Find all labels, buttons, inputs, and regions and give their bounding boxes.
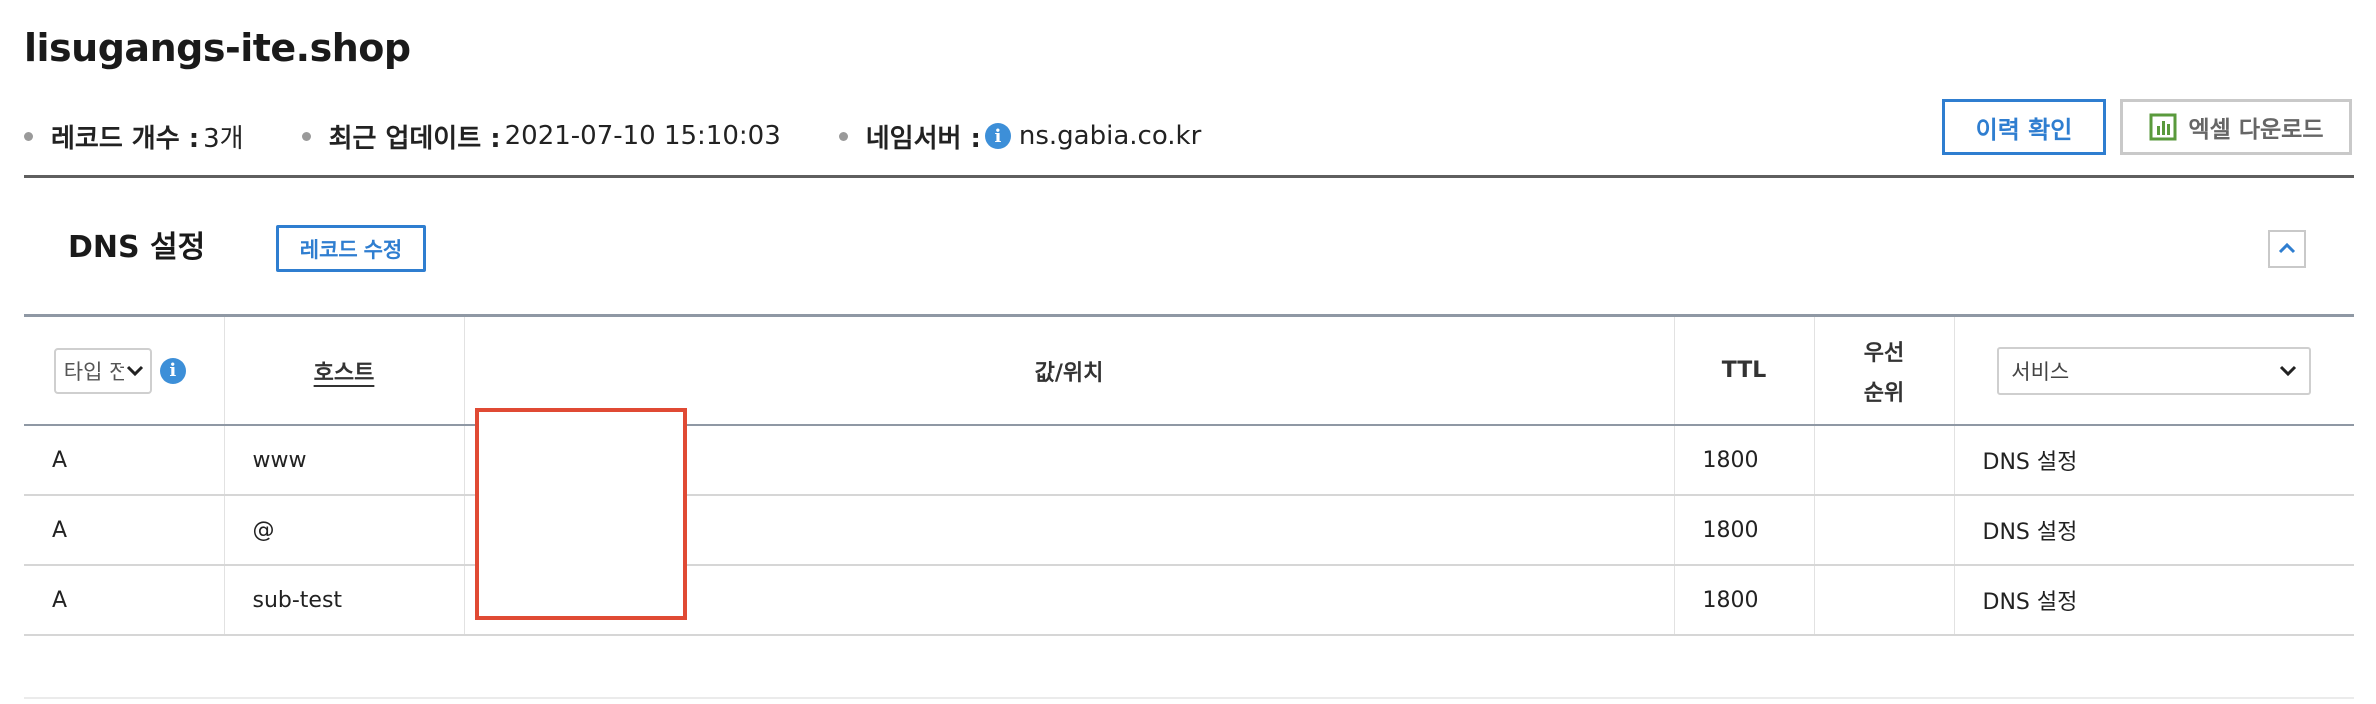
chevron-up-icon [2278, 242, 2296, 257]
record-type: A [24, 565, 224, 636]
chevron-down-icon [2280, 365, 2297, 376]
record-count: 레코드 개수 : 3개 [24, 118, 244, 155]
priority-column-header: 우선 순위 [1813, 317, 1954, 426]
bullet-icon [301, 131, 311, 141]
history-button[interactable]: 이력 확인 [1942, 99, 2106, 155]
record-count-value: 3개 [203, 123, 244, 154]
bullet-icon [838, 131, 848, 141]
record-ttl: 1800 [1673, 495, 1814, 566]
last-updated-label: 최근 업데이트 : [328, 123, 501, 154]
redaction-box [475, 408, 687, 620]
last-updated: 최근 업데이트 : 2021-07-10 15:10:03 [301, 118, 781, 155]
ttl-column-header: TTL [1673, 317, 1814, 426]
domain-title: lisugangs-ite.shop [24, 26, 411, 70]
service-filter-value: 서비스 [2011, 359, 2070, 384]
type-filter-value: 타입 전체 [63, 359, 124, 384]
type-column-header: 타입 전체 i [24, 317, 224, 426]
last-updated-value: 2021-07-10 15:10:03 [504, 121, 781, 151]
record-type: A [24, 495, 224, 566]
domain-meta: 레코드 개수 : 3개 최근 업데이트 : 2021-07-10 15:10:0… [24, 112, 1259, 160]
spreadsheet-icon [2149, 113, 2177, 141]
record-service: DNS 설정 [1953, 425, 2354, 496]
header-divider [24, 175, 2354, 178]
info-icon[interactable]: i [984, 123, 1011, 149]
edit-records-button[interactable]: 레코드 수정 [276, 225, 426, 272]
nameserver-value: ns.gabia.co.kr [1018, 121, 1202, 151]
record-priority [1813, 565, 1954, 636]
section-bottom-divider [24, 697, 2354, 699]
info-icon[interactable]: i [159, 357, 186, 384]
table-row: A @ 1800 DNS 설정 [24, 495, 2354, 566]
record-priority [1813, 425, 1954, 496]
excel-download-button[interactable]: 엑셀 다운로드 [2120, 99, 2352, 155]
table-header-row: 타입 전체 i 호스트 값/위치 TTL 우선 순위 서비스 [24, 317, 2354, 426]
collapse-button[interactable] [2268, 230, 2306, 268]
record-ttl: 1800 [1673, 425, 1814, 496]
table-row: A www 1800 DNS 설정 [24, 425, 2354, 496]
chevron-down-icon [126, 365, 143, 376]
dns-records-table: 타입 전체 i 호스트 값/위치 TTL 우선 순위 서비스 [24, 317, 2354, 636]
record-service: DNS 설정 [1953, 495, 2354, 566]
nameserver-label: 네임서버 : [865, 123, 981, 154]
nameserver: 네임서버 : i ns.gabia.co.kr [838, 118, 1202, 155]
excel-download-label: 엑셀 다운로드 [2188, 117, 2324, 143]
type-filter-select[interactable]: 타입 전체 [53, 347, 152, 394]
service-column-header: 서비스 [1953, 317, 2354, 426]
record-priority [1813, 495, 1954, 566]
record-count-label: 레코드 개수 : [51, 123, 200, 154]
record-ttl: 1800 [1673, 565, 1814, 636]
record-type: A [24, 425, 224, 496]
record-service: DNS 설정 [1953, 565, 2354, 636]
bullet-icon [24, 131, 33, 141]
service-filter-select[interactable]: 서비스 [1997, 346, 2312, 395]
record-host: sub-test [223, 565, 464, 636]
record-host: @ [223, 495, 464, 566]
host-column-header[interactable]: 호스트 [223, 317, 464, 426]
table-row: A sub-test 1800 DNS 설정 [24, 565, 2354, 636]
record-host: www [223, 425, 464, 496]
section-title: DNS 설정 [68, 230, 206, 265]
